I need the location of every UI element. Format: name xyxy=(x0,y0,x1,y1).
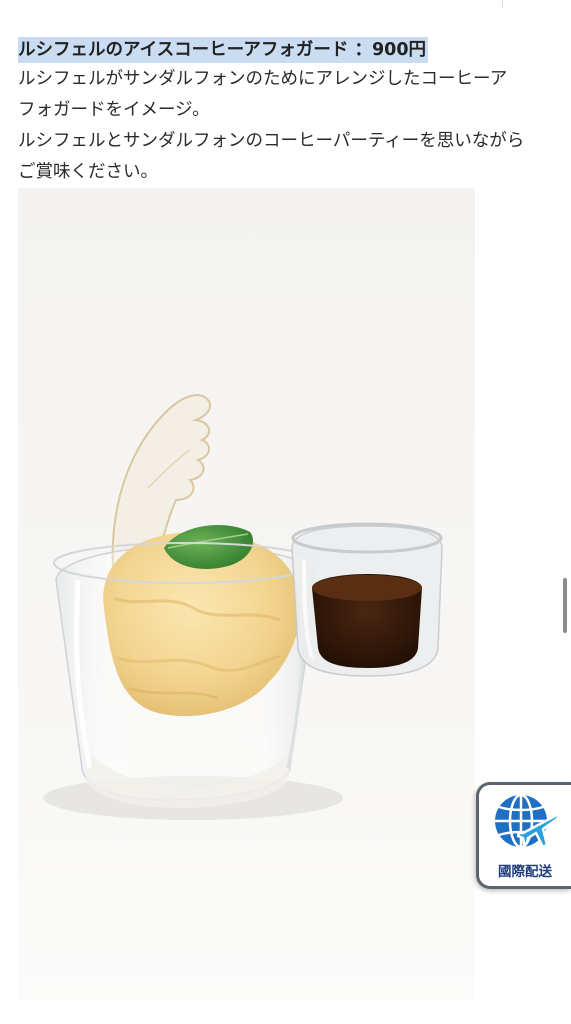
menu-item-description-line-3: ルシフェルとサンダルフォンのコーヒーパーティーを思いながら xyxy=(18,131,525,151)
globe-airplane-icon xyxy=(495,793,559,849)
product-photo xyxy=(18,188,475,1000)
international-shipping-button[interactable]: 國際配送 xyxy=(476,782,571,889)
coffee-jar xyxy=(291,522,443,677)
menu-item-title: ルシフェルのアイスコーヒーアフォガード ：900円 xyxy=(18,37,429,63)
divider xyxy=(502,0,503,8)
international-shipping-label: 國際配送 xyxy=(498,864,552,880)
scrollbar-thumb[interactable] xyxy=(563,578,567,633)
menu-item-description-line-4: ご賞味ください。 xyxy=(18,162,158,182)
menu-item-description-line-2: フォガードをイメージ。 xyxy=(18,100,210,120)
menu-item-description-line-1: ルシフェルがサンダルフォンのためにアレンジしたコーヒーア xyxy=(18,69,508,89)
page: ルシフェルのアイスコーヒーアフォガード ：900円 ルシフェルがサンダルフォンの… xyxy=(0,0,571,1024)
